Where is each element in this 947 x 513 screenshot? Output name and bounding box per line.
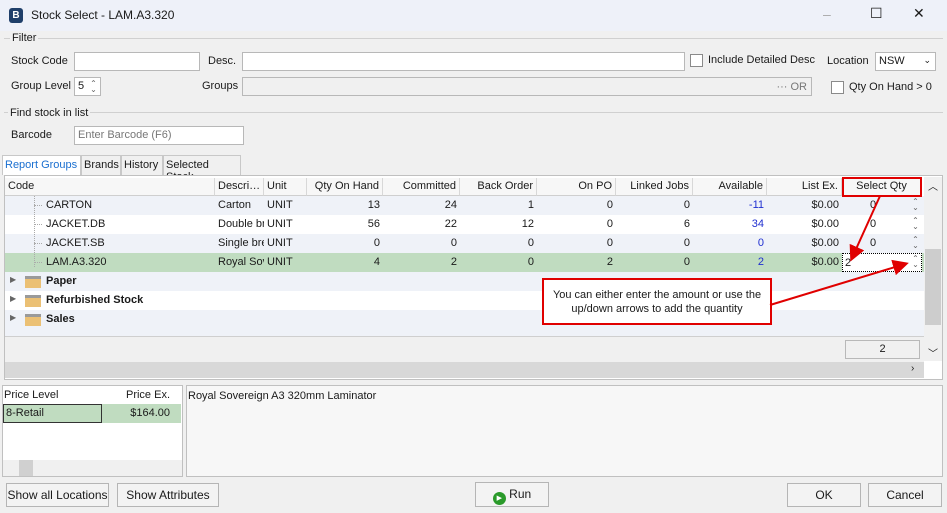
- run-button[interactable]: ▶ Run: [475, 482, 549, 507]
- price-level-cell: 8-Retail: [3, 404, 102, 423]
- arrow-to-select-qty: [849, 195, 881, 262]
- run-label: Run: [509, 487, 532, 501]
- price-col-ex: Price Ex.: [125, 389, 170, 401]
- ok-button[interactable]: OK: [787, 483, 861, 507]
- price-ex-cell: $164.00: [130, 407, 170, 419]
- price-col-level: Price Level: [4, 389, 59, 401]
- description-text: Royal Sovereign A3 320mm Laminator: [188, 390, 377, 402]
- price-hscrollbar[interactable]: [3, 460, 182, 476]
- play-icon: ▶: [492, 492, 506, 505]
- description-panel: Royal Sovereign A3 320mm Laminator: [186, 385, 943, 477]
- price-row[interactable]: 8-Retail $164.00: [3, 404, 181, 423]
- cancel-button[interactable]: Cancel: [868, 483, 942, 507]
- show-all-locations-button[interactable]: Show all Locations: [6, 483, 109, 507]
- arrow-to-spinner: [769, 259, 909, 306]
- show-attributes-button[interactable]: Show Attributes: [117, 483, 219, 507]
- scroll-thumb[interactable]: [19, 460, 33, 476]
